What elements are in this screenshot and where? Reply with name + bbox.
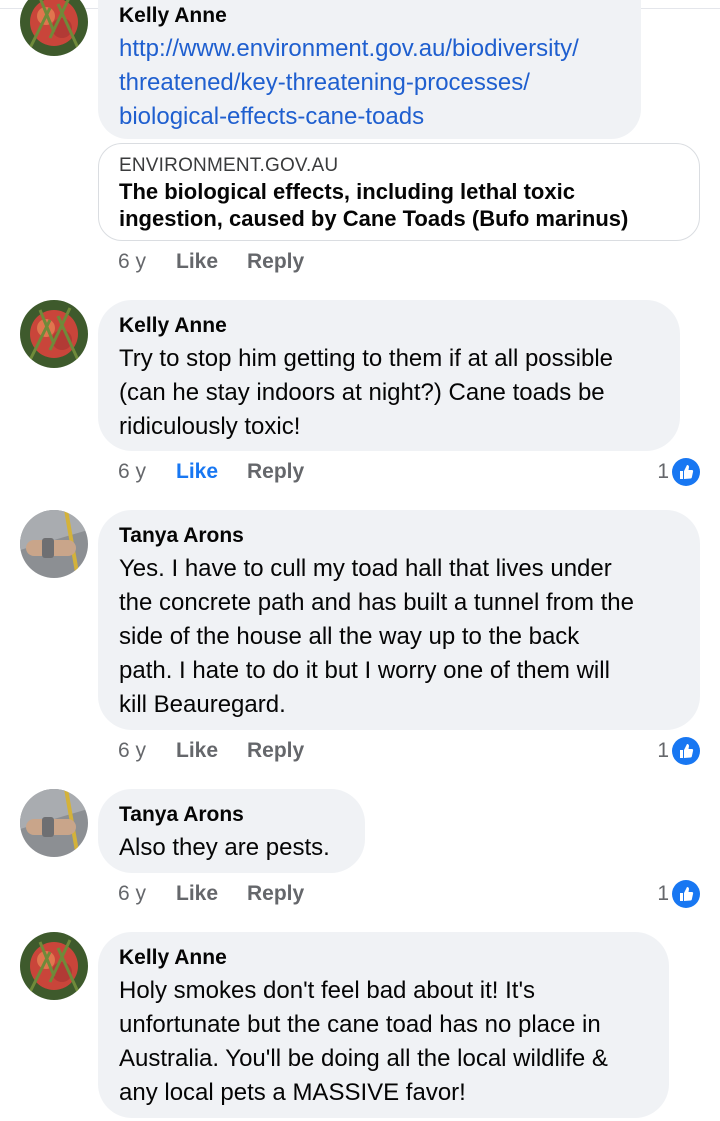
comment-bubble: Kelly Anne Holy smokes don't feel bad ab… — [98, 932, 669, 1118]
comment-text: Try to stop him getting to them if at al… — [119, 345, 614, 372]
like-button[interactable]: Like — [176, 460, 247, 484]
thumbs-up-icon — [672, 737, 700, 765]
link-preview-domain: ENVIRONMENT.GOV.AU — [119, 155, 339, 176]
like-button[interactable]: Like — [176, 739, 247, 763]
like-button[interactable]: Like — [176, 882, 247, 906]
comment-text: ridiculously toxic! — [119, 413, 301, 440]
reaction-summary[interactable]: 1 — [657, 879, 700, 909]
comment-text: unfortunate but the cane toad has no pla… — [119, 1011, 601, 1038]
comment-text: Australia. You'll be doing all the local… — [119, 1045, 608, 1072]
thumbs-up-icon — [672, 880, 700, 908]
comment-text: the concrete path and has built a tunnel… — [119, 589, 635, 616]
comment-author[interactable]: Tanya Arons — [119, 803, 344, 827]
reply-button[interactable]: Reply — [247, 882, 304, 906]
comment-bubble: Tanya Arons Also they are pests. — [98, 789, 365, 873]
comment-text: side of the house all the way up to the … — [119, 623, 580, 650]
comment-bubble: Kelly Anne Try to stop him getting to th… — [98, 300, 680, 451]
like-button[interactable]: Like — [176, 250, 247, 274]
comment-link[interactable]: threatened/key-threatening-processes/ — [119, 66, 620, 100]
comment-timestamp[interactable]: 6 y — [118, 882, 176, 906]
comment-text: kill Beauregard. — [119, 691, 286, 718]
comment-actions: 6 y Like Reply — [118, 457, 304, 487]
reaction-count: 1 — [657, 460, 669, 483]
link-preview-card[interactable]: ENVIRONMENT.GOV.AU The biological effect… — [98, 143, 700, 241]
reply-button[interactable]: Reply — [247, 250, 304, 274]
reaction-summary[interactable]: 1 — [657, 736, 700, 766]
comment-link[interactable]: biological-effects-cane-toads — [119, 100, 620, 134]
link-preview-title: ingestion, caused by Cane Toads (Bufo ma… — [119, 206, 629, 231]
comment-text: Holy smokes don't feel bad about it! It'… — [119, 977, 536, 1004]
comment-link[interactable]: http://www.environment.gov.au/biodiversi… — [119, 32, 620, 66]
reply-button[interactable]: Reply — [247, 460, 304, 484]
avatar-kelly-anne[interactable] — [20, 932, 88, 1000]
avatar-tanya-arons[interactable] — [20, 789, 88, 857]
link-preview-title: The biological effects, including lethal… — [119, 179, 575, 204]
avatar-tanya-arons[interactable] — [20, 510, 88, 578]
reply-button[interactable]: Reply — [247, 739, 304, 763]
comment-bubble: Kelly Anne http://www.environment.gov.au… — [98, 0, 641, 139]
reaction-summary[interactable]: 1 — [657, 457, 700, 487]
avatar-kelly-anne[interactable] — [20, 0, 88, 56]
comment-timestamp[interactable]: 6 y — [118, 739, 176, 763]
avatar-kelly-anne[interactable] — [20, 300, 88, 368]
comment-text: (can he stay indoors at night?) Cane toa… — [119, 379, 605, 406]
reaction-count: 1 — [657, 739, 669, 762]
comment-actions: 6 y Like Reply — [118, 879, 304, 909]
comment-author[interactable]: Kelly Anne — [119, 314, 659, 338]
comment-bubble: Tanya Arons Yes. I have to cull my toad … — [98, 510, 700, 730]
comment-author[interactable]: Kelly Anne — [119, 946, 648, 970]
comment-text: Also they are pests. — [119, 834, 330, 861]
comment-timestamp[interactable]: 6 y — [118, 250, 176, 274]
comment-author[interactable]: Kelly Anne — [119, 4, 620, 28]
thumbs-up-icon — [672, 458, 700, 486]
comment-text: Yes. I have to cull my toad hall that li… — [119, 555, 612, 582]
reaction-count: 1 — [657, 882, 669, 905]
comment-text: path. I hate to do it but I worry one of… — [119, 657, 610, 684]
comment-timestamp[interactable]: 6 y — [118, 460, 176, 484]
comment-actions: 6 y Like Reply — [118, 247, 304, 277]
comment-actions: 6 y Like Reply — [118, 736, 304, 766]
comment-author[interactable]: Tanya Arons — [119, 524, 679, 548]
comment-text: any local pets a MASSIVE favor! — [119, 1079, 466, 1106]
